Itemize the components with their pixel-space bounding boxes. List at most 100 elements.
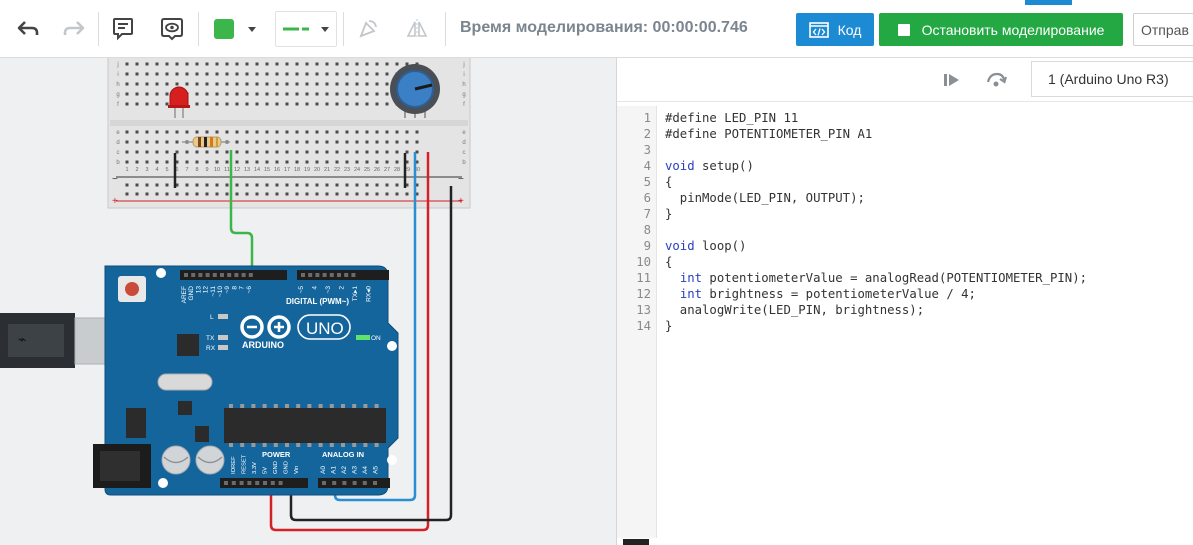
rail-hole[interactable] bbox=[145, 183, 149, 187]
header-pin[interactable] bbox=[329, 273, 334, 277]
rail-hole[interactable] bbox=[205, 183, 209, 187]
breadboard-hole[interactable] bbox=[375, 160, 379, 164]
header-pin[interactable] bbox=[278, 481, 283, 485]
breadboard-hole[interactable] bbox=[255, 82, 259, 86]
breadboard-hole[interactable] bbox=[345, 82, 349, 86]
header-pin[interactable] bbox=[308, 273, 313, 277]
rail-hole[interactable] bbox=[255, 192, 259, 196]
breadboard-hole[interactable] bbox=[265, 62, 269, 66]
rail-hole[interactable] bbox=[395, 183, 399, 187]
breadboard-hole[interactable] bbox=[325, 82, 329, 86]
breadboard-hole[interactable] bbox=[355, 160, 359, 164]
code-line[interactable]: 8 bbox=[617, 222, 1193, 238]
debug-continue-button[interactable] bbox=[983, 68, 1009, 92]
rail-hole[interactable] bbox=[345, 183, 349, 187]
breadboard-hole[interactable] bbox=[385, 92, 389, 96]
breadboard-hole[interactable] bbox=[245, 130, 249, 134]
header-pin[interactable] bbox=[184, 273, 188, 277]
breadboard-hole[interactable] bbox=[215, 130, 219, 134]
breadboard-hole[interactable] bbox=[215, 150, 219, 154]
breadboard-hole[interactable] bbox=[155, 62, 159, 66]
header-pin[interactable] bbox=[351, 273, 356, 277]
rail-hole[interactable] bbox=[355, 183, 359, 187]
rail-hole[interactable] bbox=[285, 192, 289, 196]
breadboard-hole[interactable] bbox=[305, 150, 309, 154]
rail-hole[interactable] bbox=[125, 183, 129, 187]
breadboard-hole[interactable] bbox=[235, 62, 239, 66]
header-pin[interactable] bbox=[234, 273, 239, 277]
header-pin[interactable] bbox=[315, 273, 320, 277]
rail-hole[interactable] bbox=[225, 192, 229, 196]
rail-hole[interactable] bbox=[185, 183, 189, 187]
breadboard-hole[interactable] bbox=[345, 102, 349, 106]
code-line[interactable]: 11 int potentiometerValue = analogRead(P… bbox=[617, 270, 1193, 286]
breadboard-hole[interactable] bbox=[305, 72, 309, 76]
breadboard-hole[interactable] bbox=[305, 82, 309, 86]
breadboard-hole[interactable] bbox=[365, 62, 369, 66]
header-pin[interactable] bbox=[205, 273, 210, 277]
breadboard-hole[interactable] bbox=[385, 82, 389, 86]
breadboard-hole[interactable] bbox=[125, 72, 129, 76]
breadboard-hole[interactable] bbox=[235, 102, 239, 106]
breadboard-hole[interactable] bbox=[285, 160, 289, 164]
breadboard-hole[interactable] bbox=[185, 82, 189, 86]
rail-hole[interactable] bbox=[365, 183, 369, 187]
breadboard-hole[interactable] bbox=[335, 102, 339, 106]
breadboard-hole[interactable] bbox=[195, 130, 199, 134]
arduino-uno[interactable]: AREF GND 13 12 ~11 ~10 ~9 8 7 ~6 ~5 4 ~3 2 TX▸1 RX◂0 DI… bbox=[93, 265, 399, 496]
header-pin[interactable] bbox=[344, 273, 349, 277]
breadboard-hole[interactable] bbox=[175, 62, 179, 66]
breadboard-hole[interactable] bbox=[155, 130, 159, 134]
breadboard-hole[interactable] bbox=[135, 160, 139, 164]
code-line[interactable]: 13 analogWrite(LED_PIN, brightness); bbox=[617, 302, 1193, 318]
breadboard-hole[interactable] bbox=[135, 82, 139, 86]
breadboard-hole[interactable] bbox=[275, 92, 279, 96]
breadboard-hole[interactable] bbox=[375, 102, 379, 106]
notes-button[interactable] bbox=[105, 11, 141, 47]
breadboard-hole[interactable] bbox=[195, 102, 199, 106]
breadboard-hole[interactable] bbox=[315, 130, 319, 134]
breadboard-hole[interactable] bbox=[345, 72, 349, 76]
breadboard-hole[interactable] bbox=[315, 140, 319, 144]
breadboard-hole[interactable] bbox=[125, 130, 129, 134]
breadboard-hole[interactable] bbox=[365, 92, 369, 96]
rail-hole[interactable] bbox=[135, 183, 139, 187]
code-line[interactable]: 14} bbox=[617, 318, 1193, 334]
breadboard-hole[interactable] bbox=[285, 150, 289, 154]
rail-hole[interactable] bbox=[385, 192, 389, 196]
breadboard-hole[interactable] bbox=[335, 130, 339, 134]
breadboard-hole[interactable] bbox=[135, 150, 139, 154]
rail-hole[interactable] bbox=[335, 192, 339, 196]
send-button[interactable]: Отправ bbox=[1133, 13, 1193, 46]
breadboard-hole[interactable] bbox=[305, 92, 309, 96]
breadboard-hole[interactable] bbox=[345, 140, 349, 144]
rail-hole[interactable] bbox=[285, 183, 289, 187]
rail-hole[interactable] bbox=[245, 183, 249, 187]
breadboard-hole[interactable] bbox=[315, 160, 319, 164]
breadboard-hole[interactable] bbox=[145, 150, 149, 154]
breadboard-hole[interactable] bbox=[345, 130, 349, 134]
breadboard-hole[interactable] bbox=[335, 92, 339, 96]
breadboard-hole[interactable] bbox=[325, 160, 329, 164]
breadboard-hole[interactable] bbox=[385, 72, 389, 76]
breadboard-hole[interactable] bbox=[265, 92, 269, 96]
breadboard-hole[interactable] bbox=[235, 82, 239, 86]
breadboard-hole[interactable] bbox=[335, 160, 339, 164]
breadboard-hole[interactable] bbox=[355, 102, 359, 106]
breadboard-hole[interactable] bbox=[205, 160, 209, 164]
breadboard-hole[interactable] bbox=[205, 150, 209, 154]
breadboard-hole[interactable] bbox=[375, 82, 379, 86]
header-pin[interactable] bbox=[241, 273, 246, 277]
breadboard-hole[interactable] bbox=[165, 62, 169, 66]
breadboard-hole[interactable] bbox=[165, 82, 169, 86]
breadboard-hole[interactable] bbox=[225, 102, 229, 106]
breadboard-hole[interactable] bbox=[145, 72, 149, 76]
breadboard-hole[interactable] bbox=[355, 130, 359, 134]
header-pin[interactable] bbox=[255, 481, 260, 485]
breadboard-hole[interactable] bbox=[135, 102, 139, 106]
breadboard-hole[interactable] bbox=[155, 140, 159, 144]
breadboard-hole[interactable] bbox=[275, 72, 279, 76]
breadboard-hole[interactable] bbox=[255, 140, 259, 144]
breadboard-hole[interactable] bbox=[155, 92, 159, 96]
breadboard-hole[interactable] bbox=[215, 160, 219, 164]
